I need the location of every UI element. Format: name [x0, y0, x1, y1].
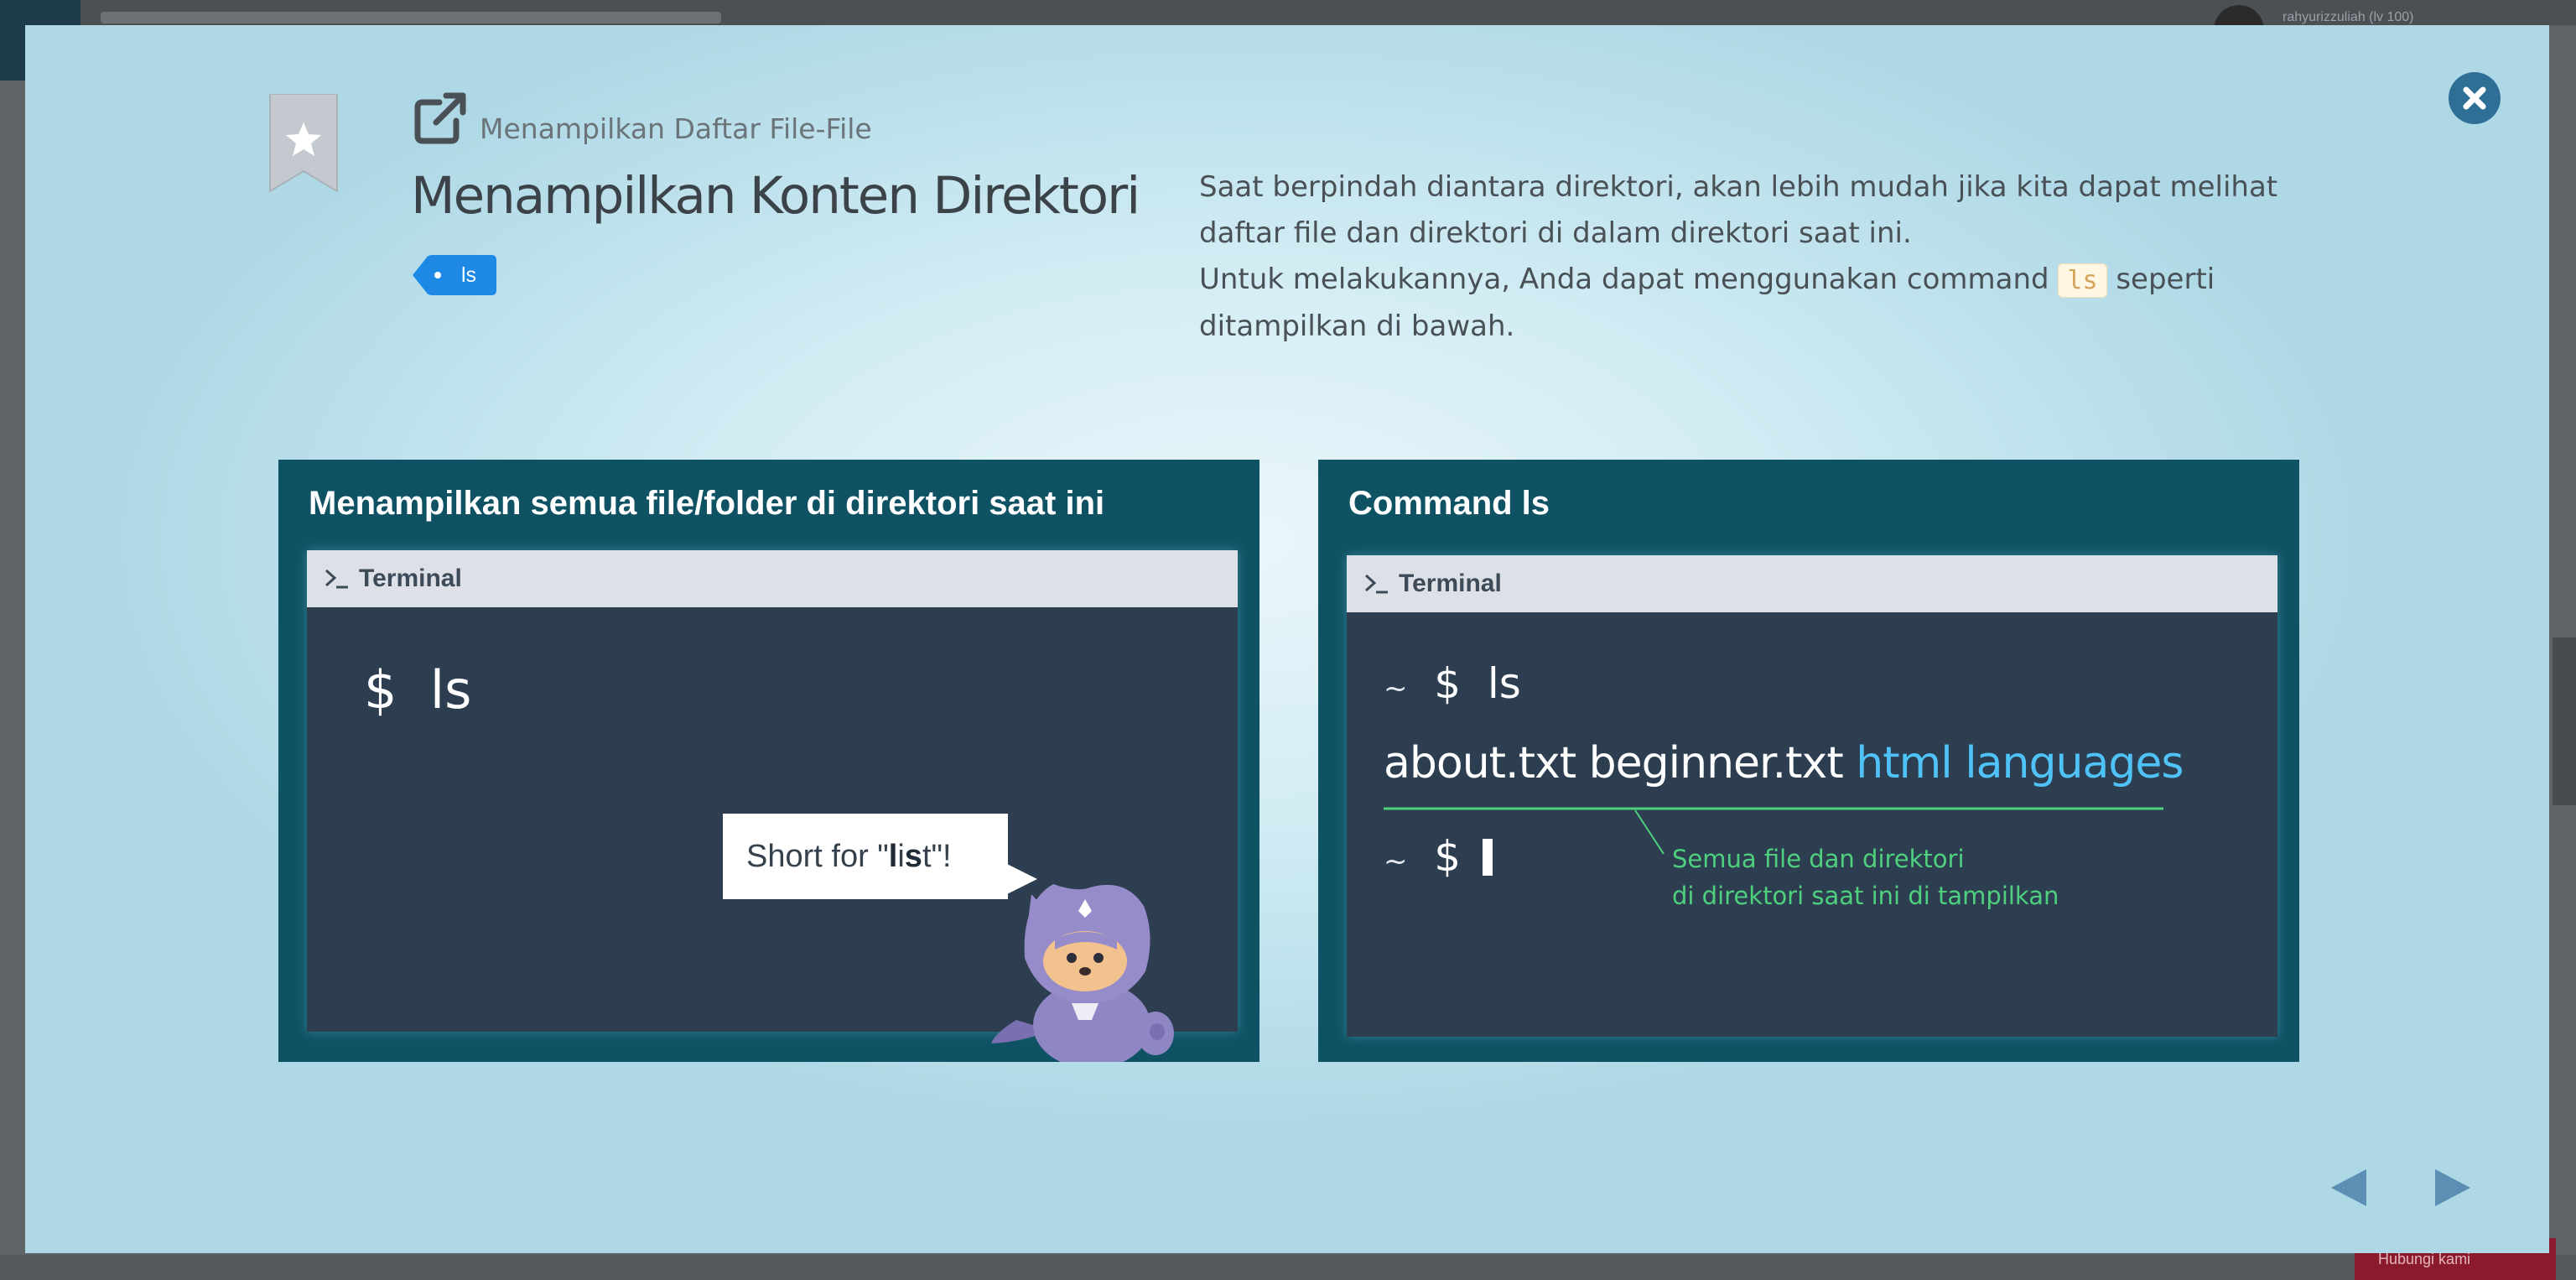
- terminal-cursor: [1483, 839, 1493, 876]
- panel-heading: Menampilkan semua file/folder di direkto…: [309, 485, 1105, 522]
- lesson-modal: Menampilkan Daftar File-File Menampilkan…: [25, 25, 2549, 1253]
- illustration-panel-left: Menampilkan semua file/folder di direkto…: [278, 460, 1259, 1062]
- bubble-part: t"!: [922, 839, 952, 874]
- command-text: ls: [429, 659, 472, 721]
- terminal-prompt-line: ~ $: [1384, 832, 1493, 881]
- terminal-output-line: about.txt beginner.txt html languages: [1384, 738, 2184, 788]
- prompt-symbol: $: [1434, 832, 1462, 881]
- background-username: rahyurizzuliah (lv 100): [2283, 10, 2414, 24]
- bubble-bold: l: [888, 839, 898, 874]
- bookmark-star-icon[interactable]: [268, 94, 339, 195]
- terminal-prompt-icon: [325, 569, 348, 589]
- annotation-line: di direktori saat ini di tampilkan: [1672, 882, 2059, 910]
- prev-arrow-icon[interactable]: [2328, 1166, 2371, 1210]
- tag-label: ls: [461, 263, 477, 287]
- lesson-description: Saat berpindah diantara direktori, akan …: [1199, 164, 2289, 350]
- description-text: Untuk melakukannya, Anda dapat menggunak…: [1199, 263, 2059, 296]
- bubble-part: Short for ": [746, 839, 889, 874]
- terminal-command-line: $ ls: [364, 659, 471, 721]
- terminal-label: Terminal: [1399, 570, 1502, 597]
- close-icon: [2463, 86, 2486, 110]
- close-button[interactable]: [2449, 72, 2501, 124]
- annotation-text: Semua file dan direktori di direktori saa…: [1672, 840, 2059, 914]
- terminal-header: Terminal: [307, 550, 1238, 607]
- output-file: about.txt: [1384, 738, 1576, 788]
- next-arrow-icon[interactable]: [2430, 1166, 2474, 1210]
- output-file: beginner.txt: [1588, 738, 1844, 788]
- tilde-symbol: ~: [1384, 672, 1408, 705]
- bubble-bold: s: [904, 839, 922, 874]
- bubble-text: Short for "list"!: [746, 839, 952, 875]
- background-bottom-strip: [0, 1255, 2576, 1280]
- terminal-command-line: ~ $ ls: [1384, 659, 1521, 708]
- topic-tag[interactable]: ls: [413, 255, 496, 295]
- background-search-bar: [101, 12, 721, 23]
- terminal-window: Terminal ~ $ ls about.txt beginner.txt h…: [1347, 555, 2277, 1037]
- bubble-part: i: [897, 839, 905, 874]
- tilde-symbol: ~: [1384, 845, 1408, 878]
- ninja-mascot-illustration: [991, 884, 1174, 1062]
- tag-shape: [413, 255, 496, 295]
- lesson-subtitle: Menampilkan Daftar File-File: [480, 112, 872, 145]
- terminal-prompt-icon: [1364, 574, 1388, 594]
- command-text: ls: [1487, 659, 1521, 708]
- output-directory: languages: [1965, 738, 2184, 788]
- description-paragraph-1: Saat berpindah diantara direktori, akan …: [1199, 170, 2278, 250]
- terminal-header: Terminal: [1347, 555, 2277, 612]
- description-paragraph-2: Untuk melakukannya, Anda dapat menggunak…: [1199, 257, 2289, 350]
- output-directory: html: [1856, 738, 1952, 788]
- illustration-panel-right: Command ls Terminal ~ $ ls about.txt beg…: [1318, 460, 2299, 1062]
- background-scrollbar: [2553, 637, 2576, 805]
- external-link-icon[interactable]: [411, 89, 470, 148]
- annotation-line: Semua file dan direktori: [1672, 845, 1965, 873]
- lesson-title: Menampilkan Konten Direktori: [411, 166, 1140, 226]
- terminal-label: Terminal: [359, 565, 462, 592]
- speech-bubble: Short for "list"!: [723, 814, 1008, 899]
- prompt-symbol: $: [364, 659, 397, 721]
- panel-heading: Command ls: [1348, 485, 1550, 522]
- inline-code: ls: [2058, 263, 2107, 298]
- prompt-symbol: $: [1434, 659, 1462, 708]
